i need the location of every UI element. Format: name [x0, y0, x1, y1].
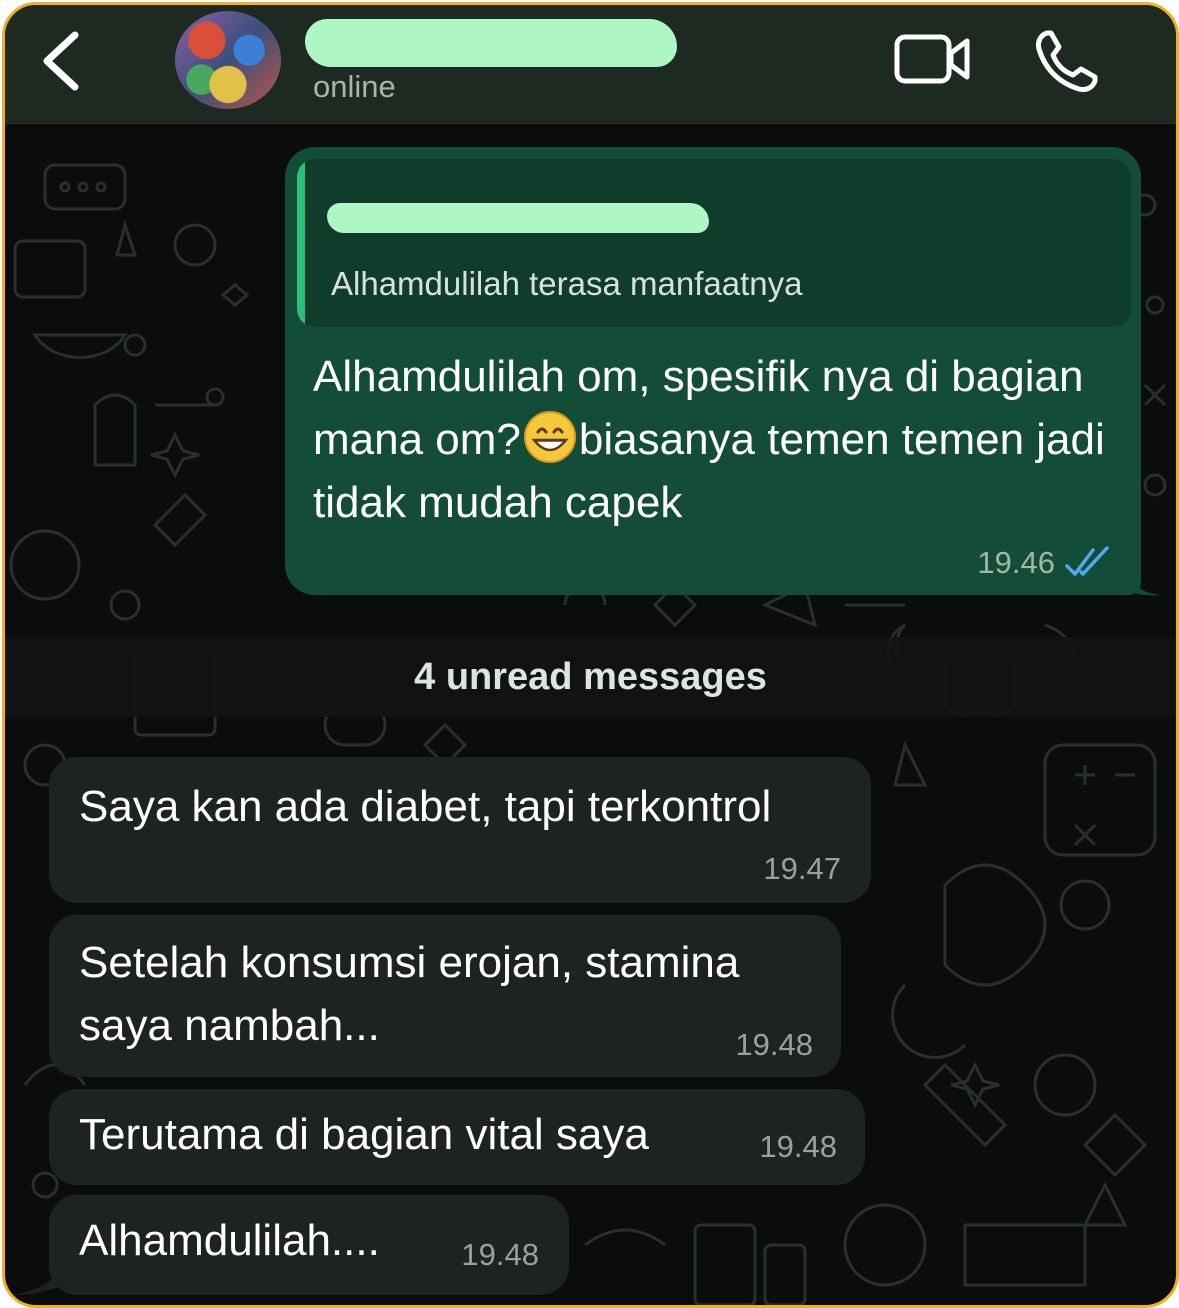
sent-message-bubble[interactable]: 2 Alhamdulilah terasa manfaatnya Alhamdu…	[285, 147, 1141, 595]
received-message-text-line2: saya nambah...	[79, 1001, 380, 1050]
name-redaction-mark	[305, 19, 677, 67]
contact-avatar[interactable]	[175, 11, 281, 109]
quote-redaction-mark	[327, 203, 709, 233]
received-message-text: Saya kan ada diabet, tapi terkontrol	[79, 782, 772, 831]
phone-call-icon	[1036, 30, 1098, 92]
received-bubble-tail	[13, 1257, 67, 1295]
video-call-icon	[894, 34, 970, 84]
received-message-time: 19.47	[763, 851, 841, 886]
received-message-bubble[interactable]: Saya kan ada diabet, tapi terkontrol 19.…	[49, 757, 871, 903]
back-button[interactable]	[35, 29, 91, 93]
received-message-time: 19.48	[759, 1129, 837, 1164]
sent-message-meta: 19.46	[977, 545, 1111, 581]
quote-accent-bar	[297, 159, 305, 327]
received-message-bubble[interactable]: Alhamdulilah.... 19.48	[49, 1195, 569, 1295]
unread-messages-divider: 4 unread messages	[5, 637, 1176, 717]
grinning-face-icon	[523, 411, 576, 463]
received-message-time: 19.48	[735, 1027, 813, 1062]
received-message-time: 19.48	[461, 1237, 539, 1272]
phone-screen: 2 online 2 Alhamdulilah terasa manfaatny…	[2, 2, 1179, 1308]
video-call-button[interactable]	[893, 31, 973, 87]
quoted-reply[interactable]: 2 Alhamdulilah terasa manfaatnya	[297, 159, 1131, 327]
sent-message-text: Alhamdulilah om, spesifik nya di bagian …	[313, 345, 1123, 534]
contact-status: online	[313, 69, 396, 104]
chat-header: 2 online	[5, 5, 1176, 124]
voice-call-button[interactable]	[1033, 27, 1101, 95]
received-message-bubble[interactable]: Setelah konsumsi erojan, stamina saya na…	[49, 915, 841, 1077]
back-chevron-icon	[43, 31, 79, 91]
received-message-text: Terutama di bagian vital saya	[79, 1110, 649, 1159]
received-message-text: Alhamdulilah....	[79, 1216, 380, 1265]
sent-bubble-tail	[1121, 565, 1161, 596]
received-message-text-line1: Setelah konsumsi erojan, stamina	[79, 938, 740, 987]
read-receipt-icon	[1065, 546, 1109, 576]
received-message-bubble[interactable]: Terutama di bagian vital saya 19.48	[49, 1089, 865, 1185]
quoted-text: Alhamdulilah terasa manfaatnya	[331, 265, 803, 302]
sent-message-time: 19.46	[977, 545, 1055, 580]
